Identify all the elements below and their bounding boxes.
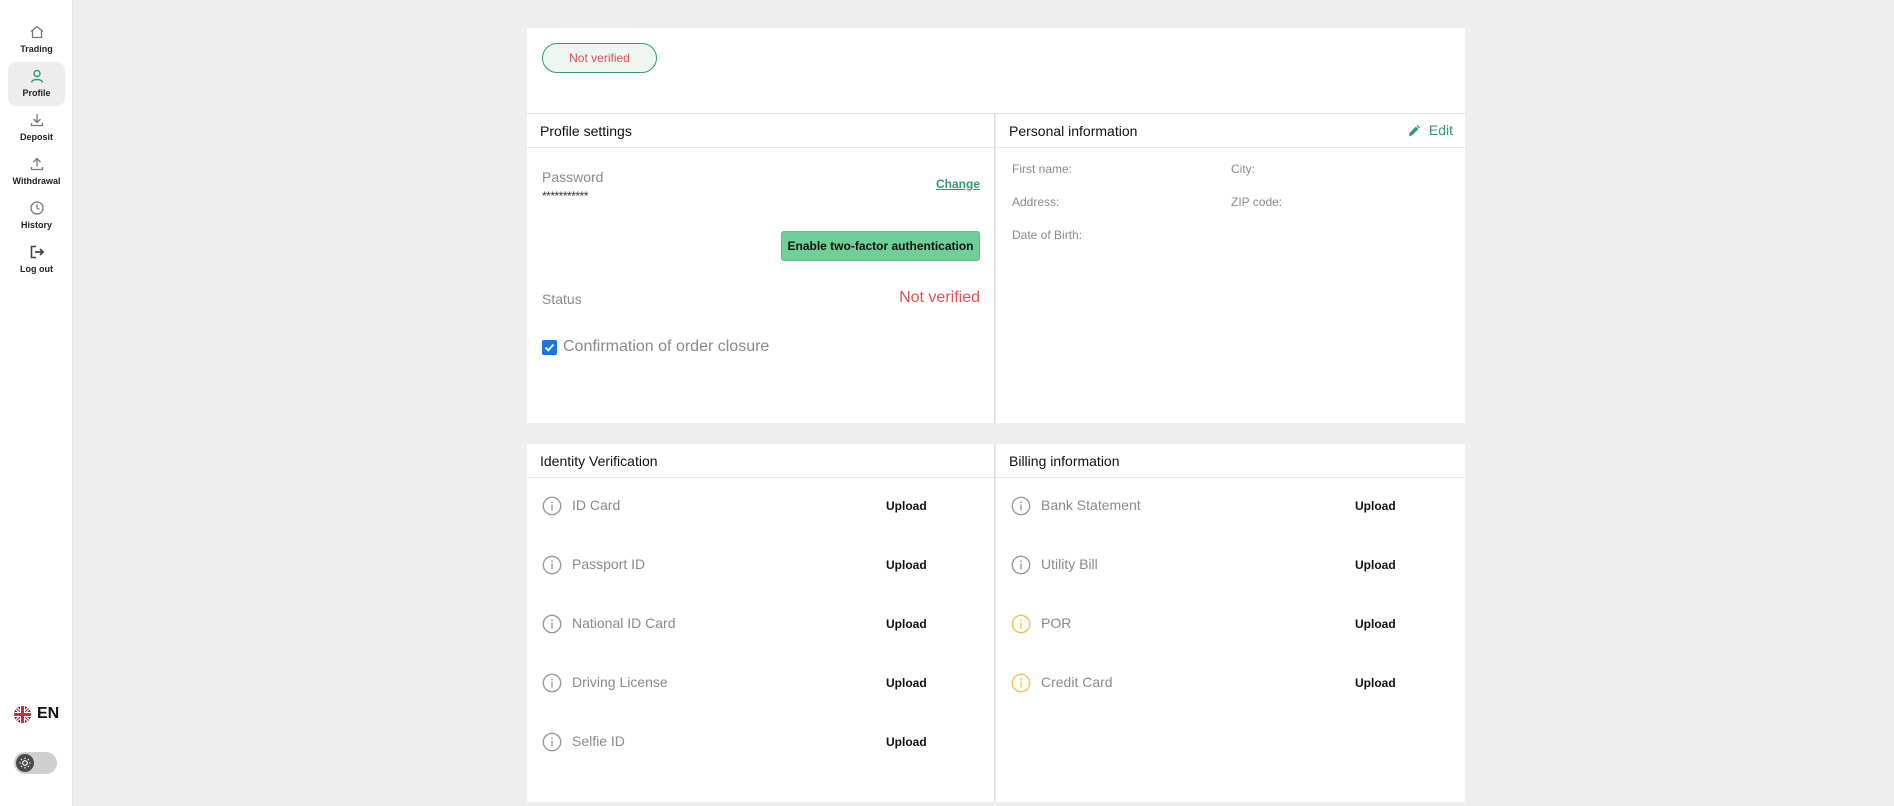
document-label: Passport ID [572,556,646,572]
theme-toggle[interactable] [14,752,57,774]
document-label: POR [1041,615,1072,631]
verification-header: Not verified [527,28,1465,114]
upload-button[interactable]: Upload [886,617,927,631]
document-label: Bank Statement [1041,497,1141,513]
document-label: Utility Bill [1041,556,1098,572]
sidebar-item-profile[interactable]: Profile [8,62,65,106]
sidebar-item-label: Trading [20,44,53,54]
info-icon [542,496,562,516]
document-label: Selfie ID [572,733,625,749]
city-field: City: [1231,162,1255,176]
document-row-utility-bill: Utility Bill Upload [996,553,1465,577]
password-value: *********** [542,189,588,203]
status-value: Not verified [899,289,980,306]
sidebar-item-withdrawal[interactable]: Withdrawal [8,150,65,194]
info-icon [542,555,562,575]
address-field: Address: [1012,195,1060,209]
upload-button[interactable]: Upload [1355,676,1396,690]
document-row-id-card: ID Card Upload [527,494,994,518]
panel-header: Profile settings [527,114,994,148]
status-label: Status [542,291,582,307]
edit-label: Edit [1428,122,1453,138]
pencil-icon [1408,124,1420,136]
panel-title: Personal information [1009,122,1138,139]
enable-2fa-button[interactable]: Enable two-factor authentication [781,231,980,261]
toggle-knob [16,754,34,772]
password-label: Password [542,169,604,185]
info-icon [1011,496,1031,516]
sidebar-item-history[interactable]: History [8,194,65,238]
info-icon [1011,555,1031,575]
sidebar-item-deposit[interactable]: Deposit [8,106,65,150]
checkmark-icon [544,343,555,352]
document-row-por: POR Upload [996,612,1465,636]
info-icon [542,673,562,693]
upload-button[interactable]: Upload [1355,617,1396,631]
download-icon [30,114,43,127]
sidebar-item-trading[interactable]: Trading [8,18,65,62]
document-row-selfie-id: Selfie ID Upload [527,730,994,754]
sun-icon [19,757,31,769]
verification-status-badge: Not verified [542,43,657,73]
document-row-credit-card: Credit Card Upload [996,671,1465,695]
profile-settings-panel: Profile settings Password *********** Ch… [527,114,995,423]
panel-header: Identity Verification [527,444,994,478]
panel-title: Billing information [1009,452,1120,469]
upload-button[interactable]: Upload [886,558,927,572]
order-closure-label: Confirmation of order closure [563,338,770,355]
document-label: Credit Card [1041,674,1113,690]
logout-icon [30,245,44,259]
upload-button[interactable]: Upload [886,676,927,690]
sidebar-item-label: Deposit [19,132,53,142]
order-closure-checkbox[interactable] [542,339,557,355]
upload-button[interactable]: Upload [886,499,927,513]
home-icon [30,25,43,39]
document-label: ID Card [572,497,621,513]
zip-code-field: ZIP code: [1231,195,1283,209]
sidebar: Trading Profile Deposit Withdrawal Histo… [0,0,73,806]
document-row-passport-id: Passport ID Upload [527,553,994,577]
panel-title: Identity Verification [540,452,658,469]
upload-icon [30,157,43,171]
language-code: EN [37,705,60,722]
sidebar-item-label: History [20,220,52,230]
panel-header: Personal information Edit [996,114,1465,148]
billing-information-panel: Billing information Bank Statement Upload… [996,444,1465,802]
uk-flag-icon [14,705,31,723]
sidebar-item-logout[interactable]: Log out [8,238,65,282]
sidebar-item-label: Log out [20,264,53,274]
info-icon [1011,614,1031,634]
document-label: Driving License [572,674,668,690]
first-name-field: First name: [1012,162,1073,176]
identity-verification-panel: Identity Verification ID Card Upload Passp… [527,444,995,802]
language-selector[interactable]: EN [14,705,59,723]
info-icon [1011,673,1031,693]
upload-button[interactable]: Upload [1355,558,1396,572]
document-label: National ID Card [572,615,676,631]
change-password-link[interactable]: Change [936,177,980,191]
clock-icon [29,201,44,215]
document-row-national-id-card: National ID Card Upload [527,612,994,636]
sidebar-item-label: Withdrawal [12,176,61,186]
order-closure-confirmation: Confirmation of order closure [542,338,769,356]
info-icon [542,732,562,752]
user-icon [30,69,43,83]
panel-header: Billing information [996,444,1465,478]
sidebar-item-label: Profile [22,88,51,98]
document-row-driving-license: Driving License Upload [527,671,994,695]
upload-button[interactable]: Upload [1355,499,1396,513]
info-icon [542,614,562,634]
edit-button[interactable]: Edit [1407,122,1453,138]
upload-button[interactable]: Upload [886,735,927,749]
panel-title: Profile settings [540,122,632,139]
date-of-birth-field: Date of Birth: [1012,228,1083,242]
document-row-bank-statement: Bank Statement Upload [996,494,1465,518]
personal-information-panel: Personal information Edit First name: Ci… [996,114,1465,423]
